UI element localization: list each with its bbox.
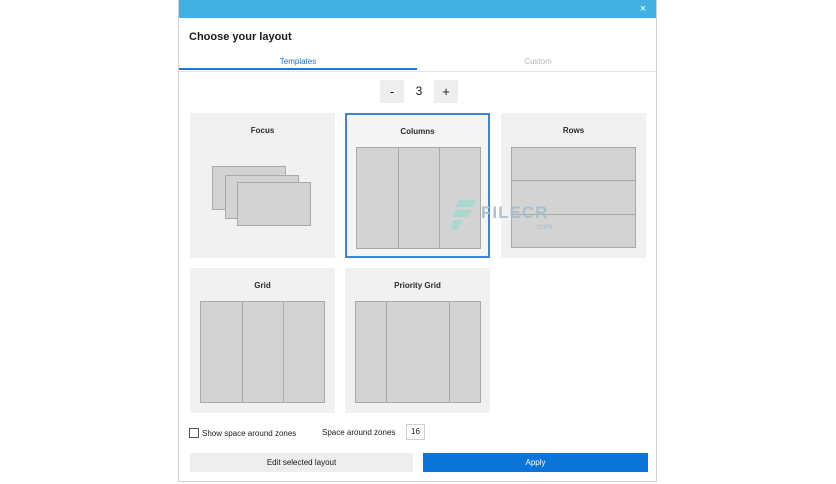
layout-dialog: × Choose your layout Templates Custom - … bbox=[178, 0, 657, 482]
zone-divider bbox=[386, 302, 387, 402]
page-title: Choose your layout bbox=[189, 31, 292, 43]
layout-card-rows[interactable]: Rows bbox=[501, 113, 646, 258]
filecr-logo-icon bbox=[451, 200, 477, 230]
space-around-zones-label: Space around zones bbox=[322, 428, 396, 437]
rows-preview bbox=[511, 147, 636, 248]
zone-divider bbox=[439, 148, 440, 248]
show-space-checkbox[interactable] bbox=[189, 428, 199, 438]
layout-card-priority-grid[interactable]: Priority Grid bbox=[345, 268, 490, 413]
close-icon[interactable]: × bbox=[636, 2, 650, 16]
title-bar: × bbox=[179, 0, 656, 18]
zone-divider bbox=[242, 302, 243, 402]
tab-templates[interactable]: Templates bbox=[179, 55, 417, 69]
priority-grid-preview bbox=[355, 301, 481, 403]
zone-divider bbox=[283, 302, 284, 402]
apply-button[interactable]: Apply bbox=[423, 453, 648, 472]
focus-zone-front bbox=[237, 182, 311, 226]
watermark-text: FILECR bbox=[481, 203, 549, 222]
zone-divider bbox=[398, 148, 399, 248]
zone-divider bbox=[512, 180, 635, 181]
tab-custom[interactable]: Custom bbox=[419, 55, 657, 69]
active-tab-indicator bbox=[179, 68, 417, 70]
layout-card-grid[interactable]: Grid bbox=[190, 268, 335, 413]
zone-divider bbox=[449, 302, 450, 402]
layout-label: Rows bbox=[562, 126, 585, 135]
layout-card-focus[interactable]: Focus bbox=[190, 113, 335, 258]
zone-count: 3 bbox=[415, 84, 423, 98]
layout-label: Grid bbox=[254, 281, 271, 290]
layout-label: Columns bbox=[400, 127, 435, 136]
space-around-zones-input[interactable]: 16 bbox=[406, 424, 425, 440]
show-space-option[interactable]: Show space around zones bbox=[189, 427, 296, 439]
increment-zones-button[interactable]: + bbox=[434, 80, 458, 103]
show-space-label: Show space around zones bbox=[202, 428, 297, 438]
layout-label: Focus bbox=[250, 126, 275, 135]
watermark-subtext: .com bbox=[535, 222, 553, 231]
edit-layout-button[interactable]: Edit selected layout bbox=[190, 453, 413, 472]
layout-card-columns[interactable]: Columns bbox=[345, 113, 490, 258]
grid-preview bbox=[200, 301, 325, 403]
tab-bar: Templates Custom bbox=[179, 55, 656, 72]
layout-label: Priority Grid bbox=[394, 281, 441, 290]
decrement-zones-button[interactable]: - bbox=[380, 80, 404, 103]
